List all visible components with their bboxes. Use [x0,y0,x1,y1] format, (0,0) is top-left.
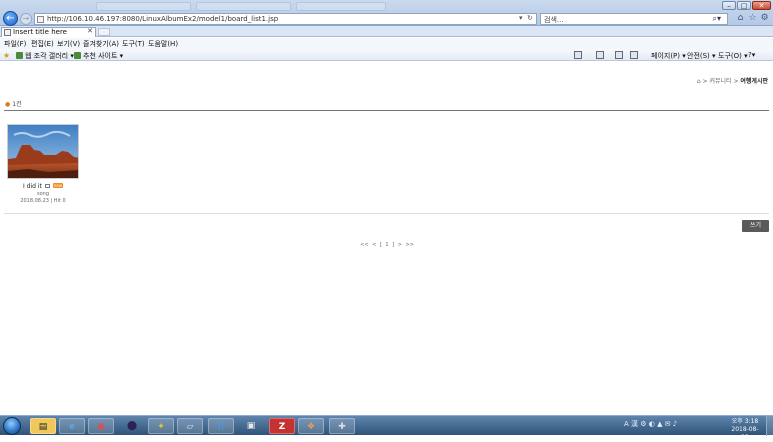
network-icon[interactable]: ✚ [329,418,355,434]
explorer-icon[interactable]: ▤ [30,418,56,434]
album-thumbnail[interactable] [7,124,79,179]
search-box[interactable]: 검색... ⌕▾ [540,13,728,25]
chrome-icon[interactable]: ◉ [88,418,114,434]
arrow-left-icon: ← [6,13,15,24]
menu-bar: 파일(F) 편집(E) 보기(V) 즐겨찾기(A) 도구(T) 도움말(H) [0,38,773,49]
star-icon[interactable]: ☆ [747,13,758,24]
back-button[interactable]: ← [3,11,18,26]
taskbar: ▤ e ◉ ⬤ ✦ ▱ ⟩⟨ ▣ Z ❖ ✚ A 漢 ⚙ ◐ ▲ ✉ ♪ 오후 … [0,415,773,441]
home-icon[interactable]: ⌂ [735,13,746,24]
arrow-right-icon: → [22,14,30,23]
print-icon[interactable] [630,51,638,59]
page-icon [37,16,44,23]
clock-date: 2018-08-23 [731,426,759,441]
new-tab-button[interactable] [98,28,110,36]
background-windows [96,2,396,11]
close-icon[interactable]: ✕ [87,27,93,35]
web-slice-icon [16,52,23,59]
window-icon[interactable]: ▱ [177,418,203,434]
eclipse-icon[interactable]: ⬤ [119,418,145,434]
menu-view[interactable]: 보기(V) [57,39,80,49]
page-icon [4,29,11,36]
bullet-icon: ● [5,101,11,108]
home-page-icon[interactable] [574,51,582,59]
start-button[interactable] [3,417,21,435]
mail-icon[interactable] [615,51,623,59]
favorites-star-icon[interactable]: ★ [3,51,10,60]
clock-time: 오후 3:18 [731,418,759,425]
dropdown-icon[interactable]: ▾ [519,14,523,22]
new-badge: new [52,183,63,188]
desert-mesa-photo [8,125,78,178]
album-item-title[interactable]: I did it new [8,183,78,190]
putty-icon[interactable]: ▣ [238,418,264,434]
breadcrumb: ⌂ > 커뮤니티 > 여행게시판 [696,78,768,85]
address-bar[interactable]: http://106.10.46.197:8080/LinuxAlbumEx2/… [34,13,537,25]
tab-active[interactable]: Insert title here ✕ [1,27,96,37]
app-icon[interactable]: ❖ [298,418,324,434]
clock[interactable]: 오후 3:18 2018-08-23 [728,418,762,442]
pagination[interactable]: << < [ 1 ] > >> [356,242,418,248]
write-button[interactable]: 쓰기 [742,220,769,232]
album-item-meta: 2018.08.23 | Hit 0 [20,198,66,204]
menu-favorites[interactable]: 즐겨찾기(A) [83,39,119,49]
address-url[interactable]: http://106.10.46.197:8080/LinuxAlbumEx2/… [47,15,278,23]
feeds-icon[interactable] [596,51,604,59]
refresh-icon[interactable]: ↻ [527,14,533,22]
album-item-author: song [36,191,49,197]
show-desktop-button[interactable] [766,416,773,436]
vscode-icon[interactable]: ⟩⟨ [208,418,234,434]
tab-row: Insert title here ✕ [0,26,773,37]
close-button[interactable]: ✕ [752,1,771,10]
help-menu[interactable]: ?▾ [748,51,755,59]
gear-icon[interactable]: ⚙ [759,13,770,24]
safety-menu[interactable]: 안전(S) ▾ [687,51,716,61]
web-slice-gallery-link[interactable]: 웹 조각 갤러리 ▾ [16,51,74,61]
tool-icon[interactable]: ✦ [148,418,174,434]
menu-file[interactable]: 파일(F) [4,39,26,49]
ie-icon[interactable]: e [59,418,85,434]
top-divider [4,110,769,111]
minimize-button[interactable]: – [722,1,736,10]
total-count: ● 1건 [5,101,22,108]
tab-title: Insert title here [13,28,67,36]
tools-menu[interactable]: 도구(O) ▾ [718,51,748,61]
bottom-divider [4,213,769,214]
page-content: ⌂ > 커뮤니티 > 여행게시판 ● 1건 I did it new song … [0,62,773,415]
maximize-button[interactable]: □ [737,1,751,10]
menu-edit[interactable]: 편집(E) [31,39,54,49]
suggested-sites-link[interactable]: 추천 사이트 ▾ [74,51,123,61]
browser-titlebar: – □ ✕ ← → http://106.10.46.197:8080/Linu… [0,0,773,26]
menu-help[interactable]: 도움말(H) [148,39,178,49]
search-input[interactable]: 검색... [544,15,564,25]
system-tray[interactable]: A 漢 ⚙ ◐ ▲ ✉ ♪ [624,419,677,429]
image-icon [44,184,50,188]
page-menu[interactable]: 페이지(P) ▾ [651,51,686,61]
menu-tools[interactable]: 도구(T) [122,39,145,49]
breadcrumb-current: 여행게시판 [740,78,768,85]
search-icon[interactable]: ⌕▾ [713,14,722,24]
filezilla-icon[interactable]: Z [269,418,295,434]
suggested-sites-icon [74,52,81,59]
forward-button[interactable]: → [20,13,32,25]
command-bar: ★ 웹 조각 갤러리 ▾ 추천 사이트 ▾ 페이지(P) ▾ 안전(S) ▾ 도… [0,49,773,61]
